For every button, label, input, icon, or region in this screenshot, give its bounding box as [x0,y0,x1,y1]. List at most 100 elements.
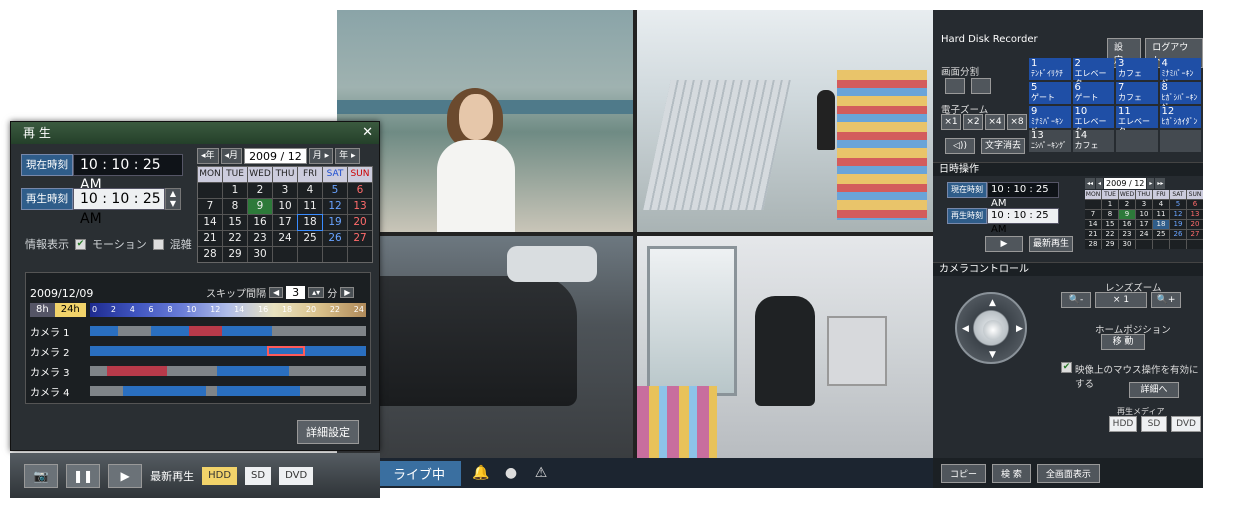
calendar-day[interactable]: 9 [248,199,272,214]
ptz-joystick[interactable]: ▲ ▼ ◀ ▶ [955,292,1027,364]
recorder-play-button[interactable]: ▶ [985,236,1023,252]
calendar-day[interactable]: 10 [273,199,297,214]
calendar-day[interactable]: 8 [223,199,247,214]
alarm-bell-icon[interactable]: 🔔 [471,464,491,482]
camera-2-track[interactable] [90,346,366,356]
play-icon[interactable]: ▶ [108,463,143,488]
mini-calendar-day[interactable]: 11 [1153,210,1169,219]
zoom-24h-button[interactable]: 24h [54,303,86,317]
mini-next-year-button[interactable]: ▸▸ [1155,178,1166,189]
camera-4-track[interactable] [90,386,366,396]
calendar-day[interactable]: 20 [348,215,372,230]
skip-prev-button[interactable]: ◀ [269,287,284,298]
prev-month-button[interactable]: ◂月 [220,148,243,164]
camera-select-button[interactable]: 6 ゲート [1072,82,1114,104]
camera-select-button[interactable]: 11エレベーター [1116,106,1158,136]
recorder-media-sd[interactable]: SD [1141,416,1167,432]
split-4-icon[interactable] [971,78,991,94]
camera-3-track[interactable] [90,366,366,376]
selected-segment[interactable] [266,346,306,356]
camera-select-button[interactable]: 2エレベーター [1072,58,1114,88]
camera-select-button[interactable]: 8ﾋｶﾞｼﾊﾟｰｷﾝｸﾞ [1159,82,1201,112]
camera-select-button[interactable]: 14 カフェ [1072,130,1114,152]
motion-checkbox[interactable]: ✔ [75,238,86,250]
mini-prev-year-button[interactable]: ◂◂ [1085,178,1096,189]
camera-1-track[interactable] [90,326,366,336]
detail-settings-button[interactable]: 詳細設定 [297,420,359,444]
calendar-day[interactable]: 13 [348,199,372,214]
zoom-x8-button[interactable]: ×8 [1007,114,1027,130]
calendar-day[interactable]: 4 [298,183,322,198]
mini-calendar-day[interactable]: 23 [1119,230,1135,239]
zoom-in-icon[interactable]: 🔍+ [1151,292,1181,308]
zoom-x4-button[interactable]: ×4 [985,114,1005,130]
calendar-day[interactable]: 17 [273,215,297,230]
calendar-day[interactable]: 28 [198,247,222,262]
calendar-day[interactable]: 6 [348,183,372,198]
left-arrow-icon[interactable]: ◀ [962,324,969,334]
camera-select-button[interactable]: 5 ゲート [1029,82,1071,104]
mini-calendar-day[interactable]: 28 [1085,240,1101,249]
move-button[interactable]: 移 動 [1101,334,1145,350]
calendar-day[interactable]: 23 [248,231,272,246]
split-1-icon[interactable] [945,78,965,94]
mini-next-month-button[interactable]: ▸ [1147,178,1155,189]
mini-calendar-day[interactable]: 14 [1085,220,1101,229]
camera-view-1[interactable] [337,10,633,232]
recorder-media-hdd[interactable]: HDD [1109,416,1137,432]
camera-view-3[interactable] [337,236,633,458]
calendar-day[interactable]: 26 [323,231,347,246]
calendar-day[interactable]: 12 [323,199,347,214]
calendar-day[interactable]: 22 [223,231,247,246]
calendar-day[interactable]: 21 [198,231,222,246]
media-hdd-button[interactable]: HDD [202,466,238,485]
congestion-checkbox[interactable] [152,238,164,250]
mini-calendar-day[interactable]: 25 [1153,230,1169,239]
copy-button[interactable]: コピー [941,463,987,483]
zoom-x1-button[interactable]: ×1 [941,114,961,130]
skip-next-button[interactable]: ▶ [340,287,355,298]
user-icon[interactable]: ● [501,464,521,482]
camera-select-button[interactable]: 4ﾐﾅﾐﾊﾟｰｷﾝｸﾞ [1159,58,1201,88]
camera-select-button[interactable]: 7 カフェ [1116,82,1158,104]
mini-calendar-day[interactable]: 7 [1085,210,1101,219]
media-sd-button[interactable]: SD [245,466,272,485]
calendar-day[interactable]: 19 [323,215,347,230]
ptz-center-icon[interactable] [983,320,1003,340]
skip-spinner[interactable]: ▴▾ [308,287,325,298]
search-button[interactable]: 検 索 [992,463,1031,483]
mini-calendar-day[interactable]: 13 [1187,210,1203,219]
recorder-latest-button[interactable]: 最新再生 [1029,236,1073,252]
fullscreen-button[interactable]: 全画面表示 [1036,463,1100,483]
mini-calendar-day[interactable]: 22 [1102,230,1118,239]
mini-calendar-day[interactable]: 6 [1187,200,1203,209]
mini-calendar-day[interactable]: 3 [1136,200,1152,209]
calendar-day[interactable]: 25 [298,231,322,246]
up-arrow-icon[interactable]: ▲ [989,298,996,308]
calendar-day[interactable]: 11 [298,199,322,214]
down-arrow-icon[interactable]: ▼ [989,350,996,360]
zoom-8h-button[interactable]: 8h [30,303,55,317]
calendar-day[interactable]: 1 [223,183,247,198]
calendar-day[interactable]: 5 [323,183,347,198]
mini-calendar-day[interactable]: 15 [1102,220,1118,229]
camera-view-2[interactable] [637,10,933,232]
zoom-out-icon[interactable]: 🔍- [1061,292,1091,308]
mini-calendar-day[interactable]: 8 [1102,210,1118,219]
mini-calendar-day[interactable]: 29 [1102,240,1118,249]
camera-view-4[interactable] [637,236,933,458]
calendar-day[interactable]: 3 [273,183,297,198]
camera-select-button[interactable]: 1 ﾃﾝﾄﾞｲﾘｸﾁ [1029,58,1071,80]
mini-calendar-day[interactable]: 4 [1153,200,1169,209]
mini-calendar-day[interactable]: 10 [1136,210,1152,219]
next-year-button[interactable]: 年 ▸ [335,148,360,164]
mouse-control-checkbox[interactable]: ✔ [1061,362,1072,373]
mini-calendar-day[interactable]: 16 [1119,220,1135,229]
calendar-day[interactable]: 24 [273,231,297,246]
time-spinner[interactable]: ▲ ▼ [165,188,181,210]
media-dvd-button[interactable]: DVD [279,466,314,485]
calendar-day[interactable]: 7 [198,199,222,214]
clear-text-button[interactable]: 文字消去 [981,138,1025,154]
camera-select-button[interactable]: 13 ﾆｼﾊﾟｰｷﾝｸﾞ [1029,130,1071,152]
mini-calendar-day[interactable]: 12 [1170,210,1186,219]
